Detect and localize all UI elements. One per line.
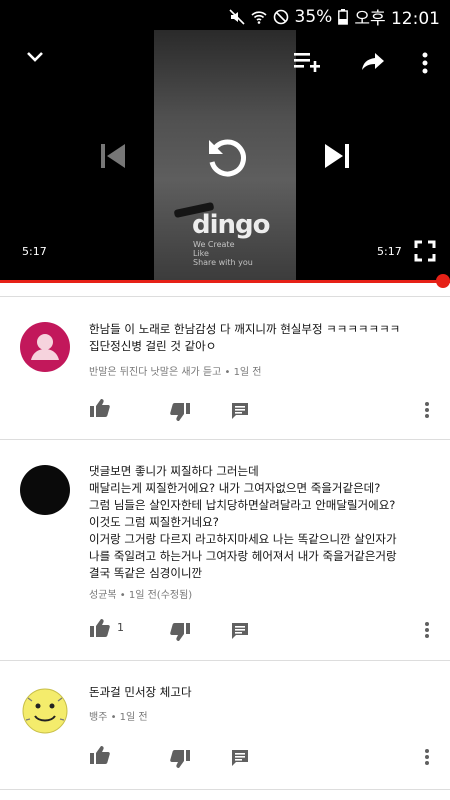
comment-more-icon[interactable] [423, 748, 431, 766]
like-count: 1 [117, 621, 124, 634]
mute-icon [228, 8, 245, 25]
reply-icon[interactable] [231, 402, 249, 420]
comment-item: 돈과걸 민서장 체고다 뱅주 • 1일 전 [0, 661, 450, 790]
brand-tagline: We Create Like Share with you [193, 240, 253, 267]
reply-icon[interactable] [231, 622, 249, 640]
collapse-chevron-icon[interactable] [24, 48, 46, 64]
replay-icon[interactable] [202, 133, 250, 181]
comment-text: 돈과걸 민서장 체고다 [89, 685, 192, 699]
seek-bar[interactable] [0, 274, 450, 288]
next-icon[interactable] [323, 142, 351, 170]
clock: 오후 12:01 [354, 9, 440, 29]
comment-item: 댓글보면 좋니가 찌질하다 그러는데 매달리는게 찌질한거에요? 내가 그여자없… [0, 440, 450, 661]
do-not-disturb-icon [273, 9, 288, 24]
like-icon[interactable] [90, 746, 110, 764]
comment-meta: 성균복 • 1일 전(수정됨) [89, 590, 193, 601]
wifi-icon [250, 10, 267, 24]
comment-text: 한남들 이 노래로 한남감성 다 깨지니까 현실부정 ㅋㅋㅋㅋㅋㅋㅋ 집단정신병… [89, 322, 401, 353]
battery-percent: 35% [294, 6, 333, 27]
elapsed-time: 5:17 [22, 245, 47, 258]
dislike-icon[interactable] [170, 750, 190, 768]
dislike-icon[interactable] [170, 403, 190, 421]
avatar[interactable] [20, 465, 70, 515]
avatar[interactable] [20, 686, 70, 736]
comment-more-icon[interactable] [423, 401, 431, 419]
reply-icon[interactable] [231, 749, 249, 767]
like-icon[interactable] [90, 399, 110, 417]
status-bar: 35% 오후 12:01 [0, 0, 450, 30]
video-player[interactable]: dingo We Create Like Share with you [0, 30, 450, 280]
like-icon[interactable] [90, 619, 110, 637]
share-icon[interactable] [360, 50, 386, 74]
brand-watermark: dingo [192, 210, 271, 240]
fullscreen-icon[interactable] [414, 240, 436, 262]
duration: 5:17 [377, 245, 402, 258]
comment-meta: 뱅주 • 1일 전 [89, 712, 148, 723]
previous-icon[interactable] [99, 142, 127, 170]
comment-text: 댓글보면 좋니가 찌질하다 그러는데 매달리는게 찌질한거에요? 내가 그여자없… [89, 464, 397, 580]
battery-icon [338, 8, 349, 25]
seek-handle[interactable] [436, 274, 450, 288]
comment-meta: 반말은 뒤진다 낫말은 새가 듣고 • 1일 전 [89, 367, 262, 378]
add-to-playlist-icon[interactable] [293, 50, 321, 74]
seek-bar-fill [0, 280, 450, 283]
more-options-icon[interactable] [418, 51, 432, 75]
avatar[interactable] [20, 322, 70, 372]
comment-item: 한남들 이 노래로 한남감성 다 깨지니까 현실부정 ㅋㅋㅋㅋㅋㅋㅋ 집단정신병… [0, 297, 450, 440]
comment-more-icon[interactable] [423, 621, 431, 639]
dislike-icon[interactable] [170, 623, 190, 641]
